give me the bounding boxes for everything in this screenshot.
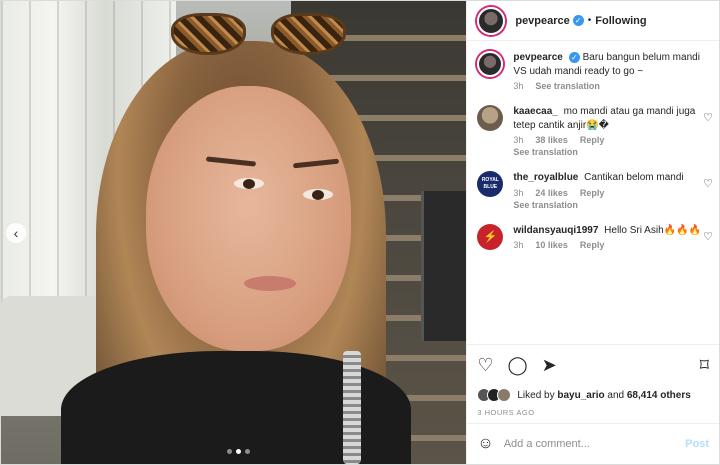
tv-background: [421, 191, 467, 341]
action-bar: ♡ ◯ ➤ ⌑: [467, 345, 719, 385]
carousel-dots: [227, 449, 250, 454]
comments-list[interactable]: pevpearce ✓ Baru bangun belum mandi VS ud…: [467, 41, 719, 345]
reply-button[interactable]: Reply: [580, 135, 605, 145]
comment-body: the_royalblue Cantikan belom mandi: [513, 171, 703, 185]
caption-avatar[interactable]: [477, 51, 504, 77]
comment-likes[interactable]: 10 likes: [535, 240, 568, 250]
comment-username[interactable]: wildansyauqi1997: [513, 225, 598, 236]
header-separator: •: [587, 15, 592, 26]
comment-avatar[interactable]: [477, 105, 504, 131]
see-translation-link[interactable]: See translation: [535, 81, 600, 91]
liked-by-user[interactable]: bayu_ario: [557, 390, 604, 401]
heart-icon[interactable]: ♡: [477, 356, 493, 374]
comment-avatar[interactable]: ROYAL BLUE: [477, 171, 504, 197]
carousel-dot: [227, 449, 232, 454]
carousel-prev-button[interactable]: ‹: [6, 223, 26, 243]
see-translation-link[interactable]: See translation: [513, 200, 703, 210]
comment-heart-icon[interactable]: ♡: [703, 111, 713, 124]
carousel-dot-active: [236, 449, 241, 454]
see-translation-link[interactable]: See translation: [513, 147, 703, 157]
comment-item: kaaecaa_ mo mandi atau ga mandi juga tet…: [477, 105, 713, 157]
liked-by-prefix: Liked by: [517, 389, 555, 401]
bag-chain: [343, 351, 361, 464]
comment-text: Cantikan belom mandi: [584, 172, 684, 183]
face: [146, 86, 351, 351]
verified-badge-icon: ✓: [568, 51, 580, 63]
reply-button[interactable]: Reply: [580, 188, 605, 198]
caption: pevpearce ✓ Baru bangun belum mandi VS ud…: [477, 51, 709, 91]
comment-heart-icon[interactable]: ♡: [703, 230, 713, 243]
comment-likes[interactable]: 24 likes: [535, 188, 568, 198]
comment-likes[interactable]: 38 likes: [535, 135, 568, 145]
comment-username[interactable]: the_royalblue: [513, 172, 578, 183]
comment-item: ROYAL BLUE the_royalblue Cantikan belom …: [477, 171, 713, 210]
post-side-panel: pevpearce ✓ • Following pevpearce ✓ Baru …: [466, 1, 719, 464]
liker-avatar[interactable]: [497, 388, 512, 402]
post-header: pevpearce ✓ • Following: [467, 1, 719, 41]
liker-avatars: [477, 388, 512, 402]
comment-time: 3h: [513, 135, 524, 145]
comment-meta: 3h 10 likes Reply: [513, 240, 703, 250]
comment-body: wildansyauqi1997 Hello Sri Asih🔥🔥🔥: [513, 224, 703, 238]
liked-by-others[interactable]: 68,414 others: [627, 390, 691, 401]
comment-meta: 3h 24 likes Reply: [513, 188, 703, 198]
bookmark-icon[interactable]: ⌑: [700, 356, 709, 374]
comment-body: kaaecaa_ mo mandi atau ga mandi juga tet…: [513, 105, 703, 132]
post-photo[interactable]: ‹: [1, 1, 467, 464]
eye-left: [234, 178, 264, 189]
carousel-dot: [245, 449, 250, 454]
post-timestamp[interactable]: 3 HOURS AGO: [467, 405, 719, 424]
liked-by-joiner: and: [607, 389, 625, 401]
comment-meta: 3h 38 likes Reply: [513, 135, 703, 145]
lens-left: [171, 13, 246, 55]
smiley-icon[interactable]: ☺: [477, 435, 493, 453]
comment-time: 3h: [513, 187, 524, 198]
comment-heart-icon[interactable]: ♡: [703, 177, 713, 190]
add-comment-bar: ☺ Post: [467, 424, 719, 464]
caption-time: 3h: [513, 81, 524, 91]
share-icon[interactable]: ➤: [542, 356, 557, 374]
author-avatar[interactable]: [477, 6, 506, 35]
lens-right: [271, 13, 346, 55]
comment-time: 3h: [513, 240, 524, 250]
verified-badge-icon: ✓: [572, 15, 584, 26]
comment-avatar[interactable]: ⚡: [477, 223, 504, 250]
eye-right: [303, 189, 333, 200]
caption-username[interactable]: pevpearce: [513, 52, 562, 63]
comment-item: ⚡ wildansyauqi1997 Hello Sri Asih🔥🔥🔥 3h …: [477, 223, 713, 250]
comment-icon[interactable]: ◯: [507, 356, 527, 374]
reply-button[interactable]: Reply: [580, 240, 605, 250]
add-comment-input[interactable]: [503, 438, 676, 450]
following-button[interactable]: Following: [595, 15, 646, 27]
caption-body: pevpearce ✓ Baru bangun belum mandi VS ud…: [513, 51, 703, 78]
sunglasses: [171, 5, 356, 60]
lips: [244, 276, 296, 291]
caption-meta: 3h See translation: [513, 81, 703, 91]
post-comment-button[interactable]: Post: [685, 438, 709, 450]
instagram-post: ‹ pevpearce ✓ • Following pevpearce ✓ Bar…: [0, 0, 720, 465]
comment-username[interactable]: kaaecaa_: [513, 106, 558, 117]
comment-text: Hello Sri Asih🔥🔥🔥: [604, 224, 701, 236]
likes-summary: Liked by bayu_ario and 68,414 others: [467, 385, 719, 405]
author-username[interactable]: pevpearce: [515, 15, 569, 27]
